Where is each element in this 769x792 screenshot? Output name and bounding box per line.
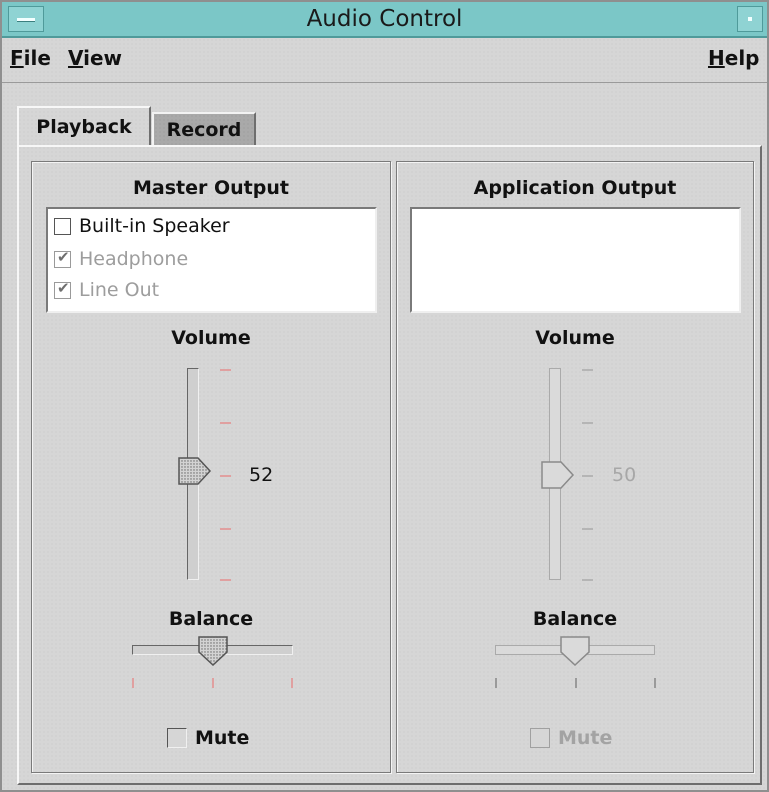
menu-help-label: elp	[724, 46, 760, 70]
check-icon: ✔	[57, 247, 70, 266]
volume-tick	[220, 422, 231, 424]
balance-tick	[654, 678, 656, 688]
master-output-list: Built-in Speaker ✔ Headphone ✔ Line Out	[46, 207, 377, 313]
tab-playback[interactable]: Playback	[17, 106, 151, 146]
menu-file-label: ile	[23, 46, 51, 70]
volume-tick	[582, 579, 593, 581]
volume-tick	[582, 528, 593, 530]
output-built-in-speaker[interactable]: Built-in Speaker	[54, 212, 230, 240]
menu-file[interactable]: File	[10, 46, 51, 70]
audio-control-window: Audio Control File View Help Playback Re…	[0, 0, 769, 792]
volume-tick	[220, 369, 231, 371]
volume-tick	[582, 475, 593, 477]
master-balance-label: Balance	[168, 608, 254, 630]
volume-tick	[582, 422, 593, 424]
application-volume-label: Volume	[535, 327, 615, 349]
application-volume-slider-thumb	[541, 461, 575, 489]
application-mute-checkbox	[530, 728, 550, 748]
master-mute[interactable]: Mute	[167, 727, 249, 749]
menu-view-label: iew	[83, 46, 123, 70]
volume-tick	[220, 579, 231, 581]
master-output-heading: Master Output	[133, 177, 289, 199]
volume-tick	[220, 475, 231, 477]
balance-tick	[212, 678, 214, 688]
application-balance-label: Balance	[532, 608, 618, 630]
master-mute-checkbox[interactable]	[167, 728, 187, 748]
menu-file-mnemonic: F	[10, 46, 24, 70]
check-icon: ✔	[57, 278, 70, 297]
application-output-list	[410, 207, 741, 313]
menu-help-mnemonic: H	[708, 46, 725, 70]
master-volume-value: 52	[249, 464, 274, 486]
menu-bar: File View Help	[2, 38, 767, 83]
title-bar[interactable]: Audio Control	[2, 2, 767, 38]
volume-tick	[220, 528, 231, 530]
headphone-checkbox: ✔	[54, 247, 71, 268]
balance-tick	[291, 678, 293, 688]
master-balance-slider-thumb[interactable]	[198, 636, 228, 666]
application-balance-slider-thumb	[560, 636, 590, 666]
output-label: Headphone	[79, 248, 189, 270]
application-volume-value: 50	[612, 464, 637, 486]
minimize-button[interactable]	[737, 6, 763, 32]
minimize-icon	[748, 17, 752, 21]
balance-tick	[495, 678, 497, 688]
master-mute-label: Mute	[195, 727, 250, 749]
output-label: Built-in Speaker	[79, 215, 230, 237]
volume-tick	[582, 369, 593, 371]
balance-tick	[132, 678, 134, 688]
master-volume-label: Volume	[171, 327, 251, 349]
menu-view[interactable]: View	[68, 46, 122, 70]
balance-tick	[575, 678, 577, 688]
menu-view-mnemonic: V	[68, 46, 84, 70]
output-label: Line Out	[79, 279, 160, 301]
built-in-speaker-checkbox[interactable]	[54, 217, 71, 235]
output-headphone: ✔ Headphone	[54, 245, 188, 273]
window-title: Audio Control	[306, 6, 463, 32]
tab-record[interactable]: Record	[152, 112, 256, 146]
master-volume-slider-thumb[interactable]	[178, 457, 212, 485]
application-mute: Mute	[530, 727, 612, 749]
application-mute-label: Mute	[558, 727, 613, 749]
line-out-checkbox: ✔	[54, 278, 71, 299]
output-line-out: ✔ Line Out	[54, 276, 159, 304]
application-output-heading: Application Output	[473, 177, 677, 199]
menu-help[interactable]: Help	[708, 46, 760, 70]
